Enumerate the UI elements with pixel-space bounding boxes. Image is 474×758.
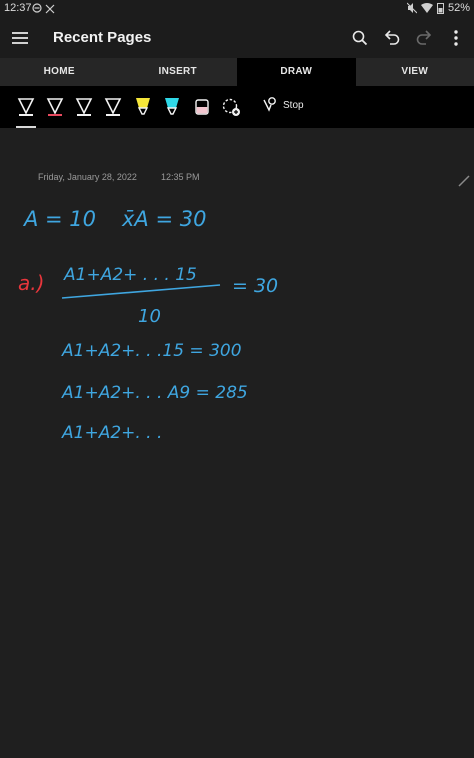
screenshot-icon [45,4,55,14]
ink-numerator: A1+A2+ . . . 15 [63,265,197,285]
battery-icon [436,3,444,14]
ink-sum-300: A1+A2+. . .15 = 300 [61,341,242,361]
notification-icons [32,1,55,15]
ink-denominator: 10 [138,306,161,327]
wifi-icon [420,3,433,13]
cyan-highlighter-icon[interactable] [162,96,182,118]
search-icon[interactable] [350,26,370,50]
stop-button[interactable]: Stop [262,96,304,114]
stop-label: Stop [283,99,304,111]
ink-to-shape-icon [263,97,276,112]
tab-draw[interactable]: DRAW [237,58,356,86]
page-title: Recent Pages [53,29,152,46]
yellow-highlighter-icon[interactable] [133,96,153,118]
tab-insert[interactable]: INSERT [119,58,238,86]
tab-view[interactable]: VIEW [356,58,474,86]
tab-home[interactable]: HOME [0,58,119,86]
ribbon-tabs: HOME INSERT DRAW VIEW [0,58,474,86]
status-bar: 12:37 52% [0,0,474,18]
ink-equals-30: = 30 [232,275,278,297]
app-bar: Recent Pages [0,18,474,58]
mute-icon [406,2,417,14]
app-actions [350,26,466,50]
pen-icon[interactable] [103,96,123,118]
ink-line-mean-a: x̄A = 30 [121,207,206,231]
redo-icon[interactable] [414,26,434,50]
ink-sum-285: A1+A2+. . . A9 = 285 [61,383,248,403]
more-options-icon[interactable] [446,26,466,50]
ink-sum-partial: A1+A2+. . . [61,423,162,443]
draw-toolbar: Stop [0,86,474,128]
white-pen-icon[interactable] [16,96,36,128]
ink-fraction-bar [61,284,221,299]
note-canvas[interactable]: Friday, January 28, 2022 12:35 PM A = 10… [0,128,474,758]
pen-icon[interactable] [74,96,94,118]
handwritten-ink: A = 10 x̄A = 30 a.) A1+A2+ . . . 15 10 =… [18,207,278,443]
red-pen-icon[interactable] [45,96,65,118]
ink-label-part-a: a.) [18,271,44,295]
status-right: 52% [406,2,470,14]
ink-line-a-equals: A = 10 [22,207,96,231]
pink-highlighter-icon[interactable] [192,96,212,118]
hamburger-menu-icon[interactable] [8,26,32,50]
battery-level: 52% [447,2,470,14]
do-not-disturb-icon [32,3,42,13]
undo-icon[interactable] [382,26,402,50]
lasso-select-icon[interactable] [221,96,241,118]
status-time: 12:37 [4,2,32,14]
